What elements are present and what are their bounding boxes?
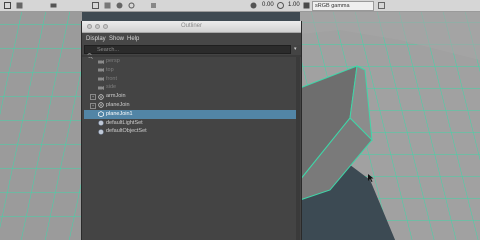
outliner-titlebar[interactable]: Outliner (82, 21, 301, 33)
outliner-item-label: defaultLightSet (106, 119, 143, 126)
outliner-tree: persp top front side + armJoin + planeJoin plane… (84, 57, 296, 136)
gamma-icon[interactable] (277, 2, 284, 9)
camera-icon[interactable] (50, 2, 57, 9)
search-icon (87, 46, 93, 59)
exposure-value[interactable]: 0.00 (262, 1, 274, 10)
outliner-item-label: planeJoin1 (106, 110, 133, 117)
outliner-menubar: Display Show Help (82, 33, 301, 45)
expand-toggle[interactable]: + (90, 102, 96, 109)
window-title: Outliner (180, 23, 202, 29)
wireframe-icon[interactable] (92, 2, 99, 9)
outliner-item-top[interactable]: top (84, 66, 296, 75)
menu-show[interactable]: Show (109, 33, 124, 45)
shaded-icon[interactable] (104, 2, 111, 9)
mesh-icon (98, 111, 104, 118)
mouse-cursor-icon (368, 174, 374, 182)
search-input[interactable]: Search... (84, 45, 291, 54)
menu-display[interactable]: Display (86, 33, 106, 45)
layout-icon[interactable] (16, 2, 23, 9)
set-icon (98, 120, 104, 126)
outliner-item-armJoin[interactable]: + armJoin (84, 92, 296, 101)
outliner-item-side[interactable]: side (84, 83, 296, 92)
menu-help[interactable]: Help (127, 33, 139, 45)
outliner-item-label: side (106, 84, 117, 91)
set-icon (98, 129, 104, 135)
outliner-item-label: armJoin (106, 93, 126, 100)
outliner-item-label: front (106, 75, 118, 82)
exposure-icon[interactable] (250, 2, 257, 9)
panel-icon[interactable] (378, 2, 385, 9)
outliner-item-front[interactable]: front (84, 75, 296, 84)
gamma-value[interactable]: 1.00 (288, 1, 300, 10)
outliner-item-label: defaultObjectSet (106, 128, 147, 135)
xray-icon[interactable] (150, 2, 157, 9)
outliner-item-planeJoin[interactable]: + planeJoin (84, 101, 296, 110)
outliner-window: Outliner Display Show Help Search... ▾ p… (81, 21, 302, 240)
textured-icon[interactable] (116, 2, 123, 9)
top-toolbar: 0.00 1.00 sRGB gamma (0, 0, 480, 12)
outliner-item-planeJoin1[interactable]: planeJoin1 (84, 109, 296, 119)
outliner-item-label: planeJoin (106, 101, 130, 108)
search-row: Search... ▾ (84, 45, 300, 59)
search-options-dropdown[interactable]: ▾ (294, 46, 300, 52)
expand-toggle[interactable]: + (90, 94, 96, 101)
outliner-item-defaultObjectSet[interactable]: defaultObjectSet (84, 127, 296, 136)
camera-icon (98, 59, 104, 65)
outliner-item-persp[interactable]: persp (84, 57, 296, 66)
outliner-item-label: top (106, 66, 114, 73)
grid-icon[interactable] (4, 2, 11, 9)
outliner-item-label: persp (106, 58, 120, 64)
scrollbar[interactable] (296, 57, 300, 240)
joint-icon (98, 93, 104, 100)
outliner-item-defaultLightSet[interactable]: defaultLightSet (84, 119, 296, 128)
lights-icon[interactable] (128, 2, 135, 9)
color-management-icon[interactable] (303, 2, 310, 9)
colorspace-dropdown[interactable]: sRGB gamma (312, 1, 374, 11)
camera-icon (98, 67, 104, 73)
camera-icon (98, 76, 104, 82)
camera-icon (98, 85, 104, 91)
joint-icon (98, 102, 104, 109)
